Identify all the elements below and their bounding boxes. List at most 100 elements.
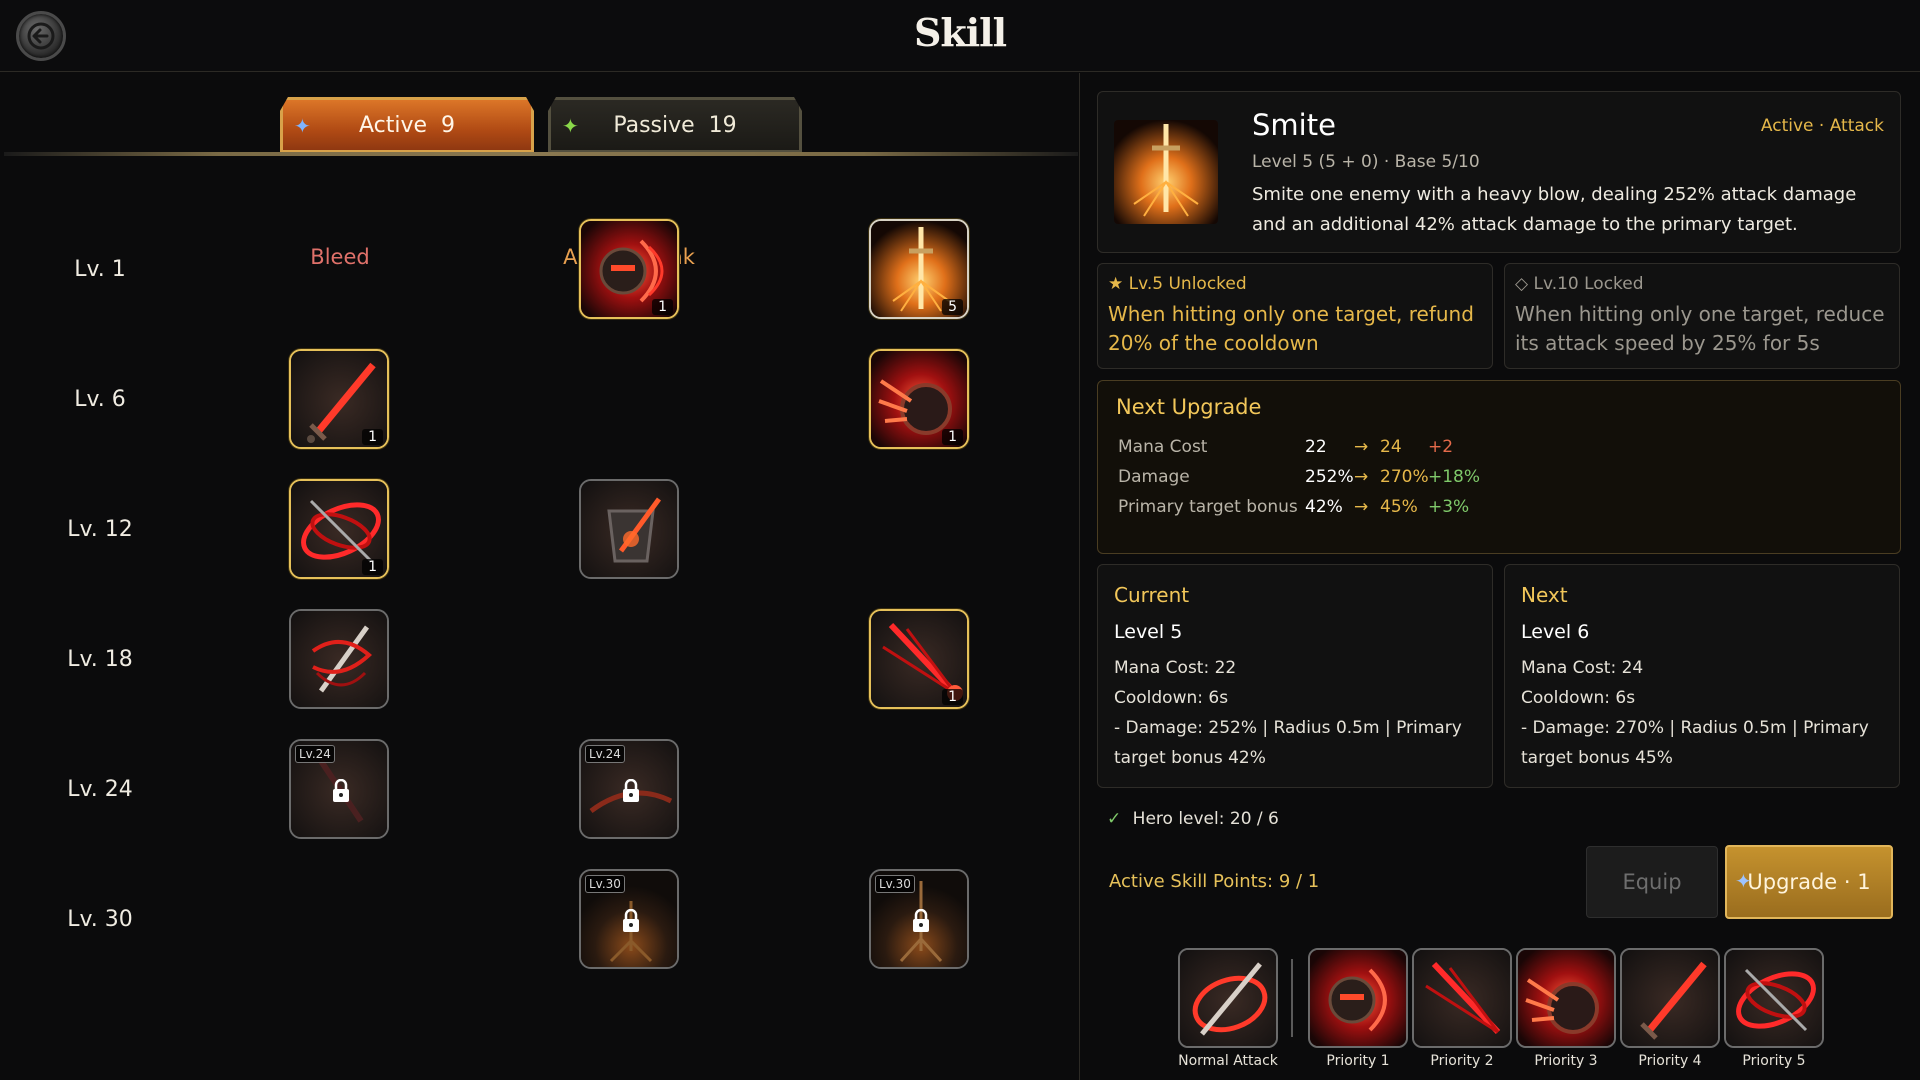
arrow-icon: → bbox=[1354, 437, 1369, 457]
skill-tile-bloody-blade[interactable] bbox=[289, 609, 389, 709]
current-cooldown: Cooldown: 6s bbox=[1114, 688, 1229, 708]
stat-label: Damage bbox=[1118, 467, 1190, 487]
skill-level-badge: 1 bbox=[362, 429, 383, 445]
skill-tile-crimson-sword[interactable]: 1 bbox=[289, 349, 389, 449]
skill-tile-red-pierce[interactable]: 1 bbox=[869, 609, 969, 709]
tab-active[interactable]: ✦ Active 9 bbox=[280, 97, 534, 153]
armor-crush-icon bbox=[581, 481, 677, 577]
talent-text: When hitting only one target, refund 20%… bbox=[1108, 302, 1474, 355]
slot-priority-1[interactable] bbox=[1308, 948, 1408, 1048]
skill-tile-locked-heavy-30[interactable]: Lv.30 bbox=[869, 869, 969, 969]
skill-detail-panel: Smite Active · Attack Level 5 (5 + 0) · … bbox=[1081, 73, 1920, 1080]
flaming-sword-icon bbox=[1114, 120, 1218, 224]
slot-priority-5[interactable] bbox=[1724, 948, 1824, 1048]
normal-attack-icon bbox=[1180, 950, 1276, 1046]
row-label-lv18: Lv. 18 bbox=[67, 647, 133, 672]
lock-icon bbox=[623, 909, 639, 932]
slot-label: Priority 4 bbox=[1638, 1053, 1702, 1069]
slot-priority-4[interactable] bbox=[1620, 948, 1720, 1048]
top-bar: Skill bbox=[0, 0, 1920, 72]
stat-to: 270% bbox=[1380, 467, 1429, 487]
talent-header: ◇ Lv.10 Locked bbox=[1515, 274, 1644, 294]
next-mana: Mana Cost: 24 bbox=[1521, 658, 1644, 678]
skill-description: Smite one enemy with a heavy blow, deali… bbox=[1252, 184, 1857, 235]
skill-tile-blood-whirl[interactable]: 1 bbox=[289, 479, 389, 579]
blood-whirl-icon bbox=[1726, 950, 1822, 1046]
lock-icon bbox=[913, 909, 929, 932]
arrow-icon: → bbox=[1354, 497, 1369, 517]
row-label-lv24: Lv. 24 bbox=[67, 777, 133, 802]
tab-active-label: Active bbox=[358, 112, 428, 138]
current-mana: Mana Cost: 22 bbox=[1114, 658, 1237, 678]
row-label-lv30: Lv. 30 bbox=[67, 907, 133, 932]
skill-detail-card: Smite Active · Attack Level 5 (5 + 0) · … bbox=[1097, 91, 1901, 253]
stat-label: Mana Cost bbox=[1118, 437, 1208, 457]
stat-label: Primary target bonus bbox=[1118, 497, 1298, 517]
next-title: Next bbox=[1521, 583, 1568, 607]
skill-tile-armor-crush[interactable] bbox=[579, 479, 679, 579]
bloody-blade-icon bbox=[291, 611, 387, 707]
unlock-level-badge: Lv.30 bbox=[875, 875, 915, 893]
slot-label: Priority 5 bbox=[1742, 1053, 1806, 1069]
skill-tile-locked-armor-30[interactable]: Lv.30 bbox=[579, 869, 679, 969]
current-damage: - Damage: 252% | Radius 0.5m | Primary t… bbox=[1114, 718, 1462, 768]
skill-tile-flaming-fist[interactable]: 1 bbox=[869, 349, 969, 449]
lock-icon bbox=[333, 779, 349, 802]
skill-level: Level 5 (5 + 0) · Base 5/10 bbox=[1252, 152, 1480, 172]
red-pierce-icon bbox=[1414, 950, 1510, 1046]
tab-passive-label: Passive bbox=[613, 112, 695, 138]
equip-button[interactable]: Equip bbox=[1586, 846, 1718, 918]
next-level-card: Next Level 6 Mana Cost: 24 Cooldown: 6s … bbox=[1504, 564, 1900, 788]
skill-tile-locked-armor[interactable]: Lv.24 bbox=[579, 739, 679, 839]
skill-level-badge: 1 bbox=[942, 689, 963, 705]
stat-delta: +3% bbox=[1428, 497, 1470, 517]
green-gem-icon: ✦ bbox=[562, 114, 579, 138]
active-skill-points: Active Skill Points: 9 / 1 bbox=[1109, 871, 1320, 892]
slot-priority-3[interactable] bbox=[1516, 948, 1616, 1048]
check-icon: ✓ bbox=[1107, 809, 1122, 829]
talent-card-locked: ◇ Lv.10 Locked When hitting only one tar… bbox=[1504, 263, 1900, 369]
skill-level-badge: 5 bbox=[942, 299, 963, 315]
stat-from: 252% bbox=[1305, 467, 1354, 487]
slot-priority-2[interactable] bbox=[1412, 948, 1512, 1048]
tab-passive[interactable]: ✦ Passive 19 bbox=[548, 97, 802, 153]
unlock-level-badge: Lv.24 bbox=[585, 745, 625, 763]
stat-delta: +18% bbox=[1428, 467, 1481, 487]
upgrade-button[interactable]: ✦ Upgrade · 1 bbox=[1725, 845, 1893, 919]
stat-from: 22 bbox=[1305, 437, 1327, 457]
next-damage: - Damage: 270% | Radius 0.5m | Primary t… bbox=[1521, 718, 1869, 768]
skill-level-badge: 1 bbox=[652, 299, 673, 315]
slot-normal-attack[interactable] bbox=[1178, 948, 1278, 1048]
blue-gem-icon: ✦ bbox=[1735, 869, 1752, 893]
next-level: Level 6 bbox=[1521, 621, 1590, 643]
current-title: Current bbox=[1114, 583, 1190, 607]
skill-detail-icon bbox=[1114, 120, 1218, 224]
current-level: Level 5 bbox=[1114, 621, 1183, 643]
crimson-sword-icon bbox=[1622, 950, 1718, 1046]
skill-tree-panel: ✦ Active 9 ✦ Passive 19 Bleed Armor Brea… bbox=[0, 73, 1080, 1080]
slot-label: Priority 2 bbox=[1430, 1053, 1494, 1069]
page-title: Skill bbox=[913, 10, 1007, 55]
stat-from: 42% bbox=[1305, 497, 1343, 517]
blue-gem-icon: ✦ bbox=[294, 114, 311, 138]
skill-tile-locked-bleed[interactable]: Lv.24 bbox=[289, 739, 389, 839]
talent-card-unlocked: ★ Lv.5 Unlocked When hitting only one ta… bbox=[1097, 263, 1493, 369]
skill-tile-helmet-slash[interactable]: 1 bbox=[579, 219, 679, 319]
tabs-divider bbox=[4, 152, 1078, 156]
lock-icon bbox=[623, 779, 639, 802]
talent-text: When hitting only one target, reduce its… bbox=[1515, 302, 1885, 355]
skill-name: Smite bbox=[1252, 108, 1336, 142]
arrow-icon: → bbox=[1354, 467, 1369, 487]
current-level-card: Current Level 5 Mana Cost: 22 Cooldown: … bbox=[1097, 564, 1493, 788]
next-upgrade-title: Next Upgrade bbox=[1116, 395, 1262, 419]
skill-level-badge: 1 bbox=[942, 429, 963, 445]
upgrade-button-label: Upgrade · 1 bbox=[1747, 870, 1871, 894]
column-header-bleed: Bleed bbox=[310, 245, 370, 269]
row-label-lv1: Lv. 1 bbox=[74, 257, 126, 282]
stat-to: 24 bbox=[1380, 437, 1402, 457]
helmet-slash-icon bbox=[1310, 950, 1406, 1046]
slot-label: Normal Attack bbox=[1178, 1053, 1278, 1069]
skill-tile-smite[interactable]: 5 bbox=[869, 219, 969, 319]
slot-label: Priority 3 bbox=[1534, 1053, 1598, 1069]
hero-level-text: Hero level: 20 / 6 bbox=[1132, 809, 1279, 829]
